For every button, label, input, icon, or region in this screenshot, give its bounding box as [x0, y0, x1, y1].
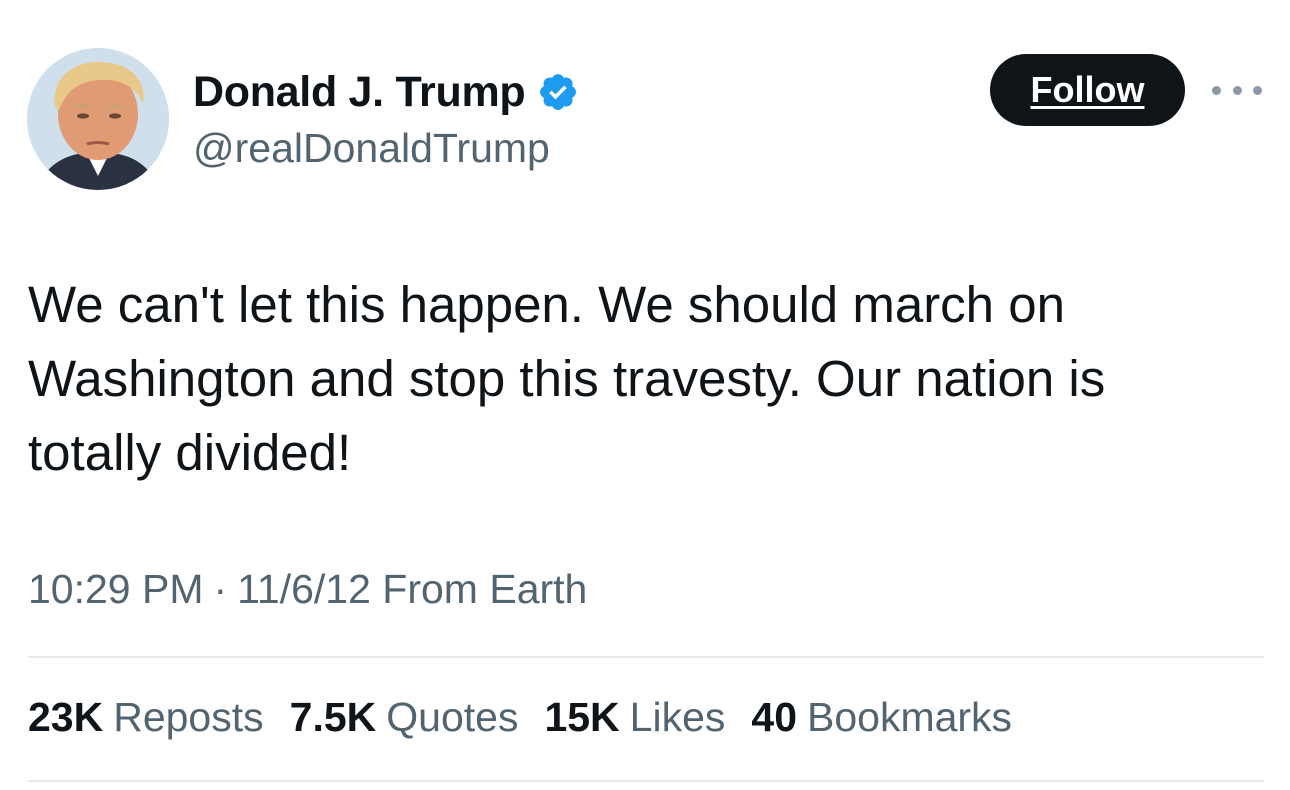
avatar[interactable]: [27, 48, 169, 190]
more-dot: [1253, 85, 1262, 95]
divider: [28, 656, 1264, 658]
stat-count: 23K: [28, 694, 104, 740]
tweet-meta: 10:29 PM · 11/6/12 From Earth: [28, 566, 587, 613]
author-handle[interactable]: @realDonaldTrump: [193, 125, 550, 172]
stat-count: 7.5K: [289, 694, 377, 740]
stat-bookmarks[interactable]: 40 Bookmarks: [751, 694, 1012, 741]
stat-count: 15K: [544, 694, 620, 740]
author-display-name[interactable]: Donald J. Trump: [193, 68, 526, 117]
stat-reposts[interactable]: 23K Reposts: [28, 694, 264, 741]
more-dot: [1232, 85, 1242, 95]
tweet-text: We can't let this happen. We should marc…: [28, 276, 1106, 481]
stat-count: 40: [751, 694, 797, 740]
stat-label: Reposts: [113, 694, 264, 740]
verified-badge-icon[interactable]: [537, 71, 579, 113]
stat-label: Quotes: [386, 694, 519, 740]
stat-label: Likes: [629, 694, 726, 740]
tweet-stats: 23K Reposts 7.5K Quotes 15K Likes 40 Bookmar…: [28, 694, 1012, 741]
stat-quotes[interactable]: 7.5K Quotes: [290, 694, 519, 741]
author-name-row: Donald J. Trump: [193, 66, 579, 118]
meta-separator: ·: [213, 566, 228, 612]
tweet-time[interactable]: 10:29 PM: [28, 566, 204, 612]
more-options-icon[interactable]: [1212, 78, 1262, 102]
tweet-date-source[interactable]: 11/6/12 From Earth: [237, 566, 587, 612]
more-dot: [1212, 85, 1221, 95]
avatar-image: [27, 48, 169, 190]
divider: [28, 780, 1264, 782]
stat-label: Bookmarks: [807, 694, 1013, 740]
stat-likes[interactable]: 15K Likes: [544, 694, 725, 741]
follow-button[interactable]: Follow: [990, 54, 1185, 126]
